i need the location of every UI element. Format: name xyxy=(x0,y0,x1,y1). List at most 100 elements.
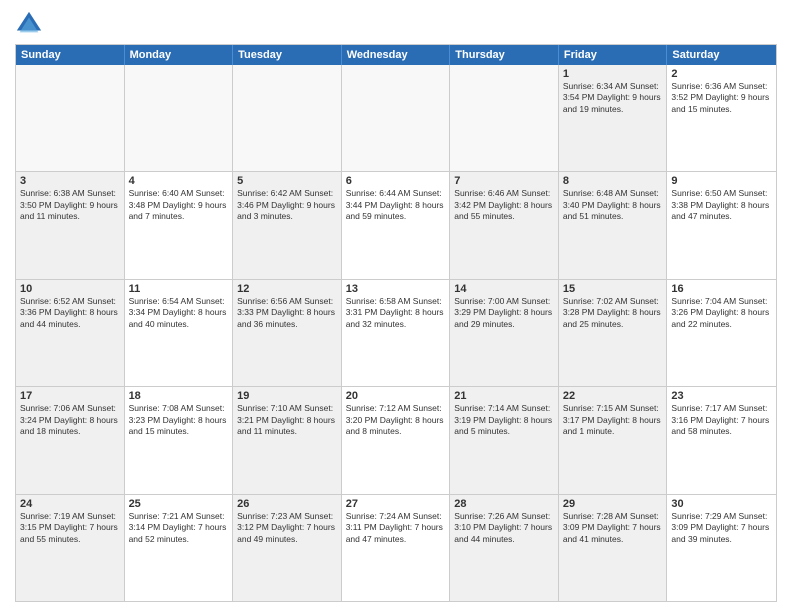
cell-info: Sunrise: 7:00 AM Sunset: 3:29 PM Dayligh… xyxy=(454,296,554,330)
day-number: 7 xyxy=(454,175,554,187)
day-cell-5: 5Sunrise: 6:42 AM Sunset: 3:46 PM Daylig… xyxy=(233,172,342,278)
cell-info: Sunrise: 7:21 AM Sunset: 3:14 PM Dayligh… xyxy=(129,511,229,545)
logo xyxy=(15,10,47,38)
empty-cell xyxy=(125,65,234,171)
day-cell-1: 1Sunrise: 6:34 AM Sunset: 3:54 PM Daylig… xyxy=(559,65,668,171)
day-cell-14: 14Sunrise: 7:00 AM Sunset: 3:29 PM Dayli… xyxy=(450,280,559,386)
cell-info: Sunrise: 7:12 AM Sunset: 3:20 PM Dayligh… xyxy=(346,403,446,437)
day-cell-27: 27Sunrise: 7:24 AM Sunset: 3:11 PM Dayli… xyxy=(342,495,451,601)
day-number: 2 xyxy=(671,68,772,80)
cell-info: Sunrise: 6:58 AM Sunset: 3:31 PM Dayligh… xyxy=(346,296,446,330)
header-day-tuesday: Tuesday xyxy=(233,45,342,65)
empty-cell xyxy=(342,65,451,171)
cell-info: Sunrise: 6:36 AM Sunset: 3:52 PM Dayligh… xyxy=(671,81,772,115)
day-number: 9 xyxy=(671,175,772,187)
day-number: 19 xyxy=(237,390,337,402)
day-cell-23: 23Sunrise: 7:17 AM Sunset: 3:16 PM Dayli… xyxy=(667,387,776,493)
day-number: 27 xyxy=(346,498,446,510)
header-day-monday: Monday xyxy=(125,45,234,65)
day-number: 10 xyxy=(20,283,120,295)
cell-info: Sunrise: 6:42 AM Sunset: 3:46 PM Dayligh… xyxy=(237,188,337,222)
empty-cell xyxy=(233,65,342,171)
day-number: 1 xyxy=(563,68,663,80)
day-cell-29: 29Sunrise: 7:28 AM Sunset: 3:09 PM Dayli… xyxy=(559,495,668,601)
calendar-row-0: 1Sunrise: 6:34 AM Sunset: 3:54 PM Daylig… xyxy=(16,65,776,171)
day-number: 17 xyxy=(20,390,120,402)
day-cell-12: 12Sunrise: 6:56 AM Sunset: 3:33 PM Dayli… xyxy=(233,280,342,386)
calendar-header: SundayMondayTuesdayWednesdayThursdayFrid… xyxy=(16,45,776,65)
day-number: 5 xyxy=(237,175,337,187)
day-number: 29 xyxy=(563,498,663,510)
cell-info: Sunrise: 6:48 AM Sunset: 3:40 PM Dayligh… xyxy=(563,188,663,222)
day-number: 28 xyxy=(454,498,554,510)
header xyxy=(15,10,777,38)
header-day-saturday: Saturday xyxy=(667,45,776,65)
cell-info: Sunrise: 7:19 AM Sunset: 3:15 PM Dayligh… xyxy=(20,511,120,545)
day-number: 4 xyxy=(129,175,229,187)
cell-info: Sunrise: 7:02 AM Sunset: 3:28 PM Dayligh… xyxy=(563,296,663,330)
cell-info: Sunrise: 6:44 AM Sunset: 3:44 PM Dayligh… xyxy=(346,188,446,222)
cell-info: Sunrise: 6:50 AM Sunset: 3:38 PM Dayligh… xyxy=(671,188,772,222)
day-cell-24: 24Sunrise: 7:19 AM Sunset: 3:15 PM Dayli… xyxy=(16,495,125,601)
day-cell-11: 11Sunrise: 6:54 AM Sunset: 3:34 PM Dayli… xyxy=(125,280,234,386)
day-number: 26 xyxy=(237,498,337,510)
day-number: 22 xyxy=(563,390,663,402)
day-cell-20: 20Sunrise: 7:12 AM Sunset: 3:20 PM Dayli… xyxy=(342,387,451,493)
header-day-sunday: Sunday xyxy=(16,45,125,65)
header-day-thursday: Thursday xyxy=(450,45,559,65)
empty-cell xyxy=(450,65,559,171)
day-cell-17: 17Sunrise: 7:06 AM Sunset: 3:24 PM Dayli… xyxy=(16,387,125,493)
cell-info: Sunrise: 6:40 AM Sunset: 3:48 PM Dayligh… xyxy=(129,188,229,222)
day-number: 13 xyxy=(346,283,446,295)
cell-info: Sunrise: 7:28 AM Sunset: 3:09 PM Dayligh… xyxy=(563,511,663,545)
day-number: 15 xyxy=(563,283,663,295)
day-cell-9: 9Sunrise: 6:50 AM Sunset: 3:38 PM Daylig… xyxy=(667,172,776,278)
calendar-row-2: 10Sunrise: 6:52 AM Sunset: 3:36 PM Dayli… xyxy=(16,279,776,386)
day-cell-8: 8Sunrise: 6:48 AM Sunset: 3:40 PM Daylig… xyxy=(559,172,668,278)
day-number: 23 xyxy=(671,390,772,402)
day-number: 16 xyxy=(671,283,772,295)
cell-info: Sunrise: 7:23 AM Sunset: 3:12 PM Dayligh… xyxy=(237,511,337,545)
cell-info: Sunrise: 6:38 AM Sunset: 3:50 PM Dayligh… xyxy=(20,188,120,222)
empty-cell xyxy=(16,65,125,171)
cell-info: Sunrise: 7:04 AM Sunset: 3:26 PM Dayligh… xyxy=(671,296,772,330)
day-cell-22: 22Sunrise: 7:15 AM Sunset: 3:17 PM Dayli… xyxy=(559,387,668,493)
cell-info: Sunrise: 7:08 AM Sunset: 3:23 PM Dayligh… xyxy=(129,403,229,437)
day-cell-6: 6Sunrise: 6:44 AM Sunset: 3:44 PM Daylig… xyxy=(342,172,451,278)
day-cell-4: 4Sunrise: 6:40 AM Sunset: 3:48 PM Daylig… xyxy=(125,172,234,278)
day-cell-15: 15Sunrise: 7:02 AM Sunset: 3:28 PM Dayli… xyxy=(559,280,668,386)
day-cell-10: 10Sunrise: 6:52 AM Sunset: 3:36 PM Dayli… xyxy=(16,280,125,386)
day-cell-19: 19Sunrise: 7:10 AM Sunset: 3:21 PM Dayli… xyxy=(233,387,342,493)
day-cell-3: 3Sunrise: 6:38 AM Sunset: 3:50 PM Daylig… xyxy=(16,172,125,278)
day-number: 30 xyxy=(671,498,772,510)
cell-info: Sunrise: 6:34 AM Sunset: 3:54 PM Dayligh… xyxy=(563,81,663,115)
cell-info: Sunrise: 7:24 AM Sunset: 3:11 PM Dayligh… xyxy=(346,511,446,545)
day-cell-30: 30Sunrise: 7:29 AM Sunset: 3:09 PM Dayli… xyxy=(667,495,776,601)
day-cell-16: 16Sunrise: 7:04 AM Sunset: 3:26 PM Dayli… xyxy=(667,280,776,386)
day-number: 24 xyxy=(20,498,120,510)
calendar-row-4: 24Sunrise: 7:19 AM Sunset: 3:15 PM Dayli… xyxy=(16,494,776,601)
cell-info: Sunrise: 6:52 AM Sunset: 3:36 PM Dayligh… xyxy=(20,296,120,330)
header-day-friday: Friday xyxy=(559,45,668,65)
day-cell-7: 7Sunrise: 6:46 AM Sunset: 3:42 PM Daylig… xyxy=(450,172,559,278)
page: SundayMondayTuesdayWednesdayThursdayFrid… xyxy=(0,0,792,612)
day-cell-26: 26Sunrise: 7:23 AM Sunset: 3:12 PM Dayli… xyxy=(233,495,342,601)
cell-info: Sunrise: 7:14 AM Sunset: 3:19 PM Dayligh… xyxy=(454,403,554,437)
day-number: 8 xyxy=(563,175,663,187)
day-cell-21: 21Sunrise: 7:14 AM Sunset: 3:19 PM Dayli… xyxy=(450,387,559,493)
day-cell-28: 28Sunrise: 7:26 AM Sunset: 3:10 PM Dayli… xyxy=(450,495,559,601)
cell-info: Sunrise: 7:17 AM Sunset: 3:16 PM Dayligh… xyxy=(671,403,772,437)
logo-icon xyxy=(15,10,43,38)
cell-info: Sunrise: 6:54 AM Sunset: 3:34 PM Dayligh… xyxy=(129,296,229,330)
day-cell-13: 13Sunrise: 6:58 AM Sunset: 3:31 PM Dayli… xyxy=(342,280,451,386)
day-cell-25: 25Sunrise: 7:21 AM Sunset: 3:14 PM Dayli… xyxy=(125,495,234,601)
day-number: 3 xyxy=(20,175,120,187)
calendar-row-1: 3Sunrise: 6:38 AM Sunset: 3:50 PM Daylig… xyxy=(16,171,776,278)
cell-info: Sunrise: 7:10 AM Sunset: 3:21 PM Dayligh… xyxy=(237,403,337,437)
day-number: 12 xyxy=(237,283,337,295)
cell-info: Sunrise: 7:29 AM Sunset: 3:09 PM Dayligh… xyxy=(671,511,772,545)
calendar-row-3: 17Sunrise: 7:06 AM Sunset: 3:24 PM Dayli… xyxy=(16,386,776,493)
day-number: 25 xyxy=(129,498,229,510)
cell-info: Sunrise: 7:06 AM Sunset: 3:24 PM Dayligh… xyxy=(20,403,120,437)
cell-info: Sunrise: 6:46 AM Sunset: 3:42 PM Dayligh… xyxy=(454,188,554,222)
